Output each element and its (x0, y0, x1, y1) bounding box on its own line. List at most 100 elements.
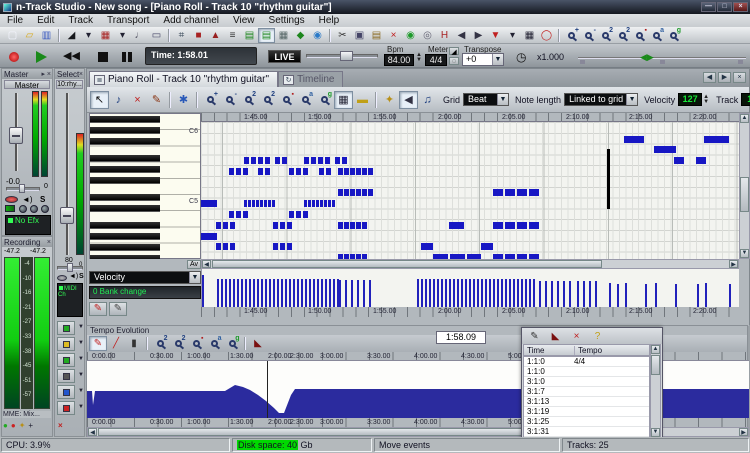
meter-zoom-icon[interactable]: ◌ (449, 57, 459, 65)
midi-note[interactable] (624, 136, 644, 143)
open-file-button[interactable]: ▱ (21, 28, 38, 43)
piano-keyboard[interactable]: C6C5 (89, 113, 201, 259)
velocity-bar[interactable] (421, 279, 423, 307)
velocity-bar[interactable] (257, 279, 259, 307)
master-name-button[interactable]: Master (4, 80, 50, 89)
velocity-bar[interactable] (417, 279, 419, 307)
velocity-bar[interactable] (645, 284, 647, 307)
black-key[interactable] (90, 233, 160, 240)
midi-note[interactable] (449, 222, 464, 229)
transpose-select[interactable]: +0▼ (462, 53, 504, 66)
record-button[interactable] (9, 52, 19, 62)
midi-note[interactable] (696, 157, 706, 164)
midi-note[interactable] (303, 168, 308, 175)
tempo-line-button[interactable]: ╱ (107, 336, 125, 351)
midi-note[interactable] (338, 189, 343, 196)
velocity-bar[interactable] (261, 279, 263, 307)
controller-caret-icon[interactable]: ▼ (189, 272, 200, 283)
velocity-bar[interactable] (529, 279, 531, 307)
velocity-bar[interactable] (557, 281, 559, 307)
minimize-button[interactable]: — (701, 2, 716, 12)
velocity-bar[interactable] (609, 283, 611, 307)
window-layout-button[interactable]: ▦ (275, 28, 292, 43)
chord-notes-button[interactable]: ♫ (418, 91, 437, 109)
tt-help-button[interactable]: ? (589, 329, 606, 343)
zoom-all-button[interactable]: a (648, 28, 665, 43)
velocity-bar[interactable] (569, 281, 571, 307)
midi-note[interactable] (243, 211, 248, 218)
track-tool-env-caret-icon[interactable]: ▼ (78, 340, 84, 346)
midi-note[interactable] (289, 168, 294, 175)
velocity-bar[interactable] (465, 279, 467, 307)
track-value[interactable]: 10 (741, 93, 750, 106)
velocity-bar[interactable] (493, 279, 495, 307)
midi-note[interactable] (251, 157, 256, 164)
midi-note[interactable] (223, 243, 228, 250)
velocity-bar[interactable] (589, 281, 591, 307)
midi-note[interactable] (236, 168, 241, 175)
tune-tool-button[interactable]: ✦ (380, 91, 399, 109)
midi-note[interactable] (338, 168, 343, 175)
paint-note-button[interactable]: ✎ (147, 91, 166, 109)
pr-zoom-h-out-button[interactable]: 2 (258, 91, 277, 109)
tempo-table-row[interactable]: 3:1:0 (524, 377, 649, 387)
midi-note[interactable] (312, 200, 315, 207)
velocity-bar[interactable] (453, 279, 455, 307)
velocity-value[interactable]: 127 (678, 93, 702, 106)
midi-note[interactable] (350, 222, 355, 229)
track-tool-eq-button[interactable] (57, 321, 75, 335)
tempo-table-row[interactable]: 1:1:0 (524, 367, 649, 377)
horizontal-scrollbar[interactable]: ◀ ▶ (201, 259, 739, 269)
stop-button[interactable] (98, 52, 108, 62)
velocity-bar[interactable] (481, 279, 483, 307)
meter-flag-icon[interactable]: ◢ (449, 47, 459, 55)
selected-pan-thumb[interactable] (67, 263, 73, 272)
scroll-down-icon[interactable]: ▼ (740, 249, 749, 258)
pr-next[interactable]: ▶ (718, 72, 731, 83)
velocity-bar[interactable] (253, 279, 255, 307)
selected-close-icon[interactable]: × (79, 71, 84, 78)
grid-select[interactable]: Beat▼ (463, 93, 509, 106)
tempo-scroll-left-icon[interactable]: ◀ (88, 428, 97, 436)
velocity-bar[interactable] (441, 279, 443, 307)
velocity-bar[interactable] (617, 284, 619, 307)
black-key[interactable] (90, 222, 160, 229)
piano-roll-ruler[interactable]: 1:45.001:50.001:55.002:00.002:05.002:10.… (201, 113, 739, 122)
grid-toggle-button[interactable]: ▦ (334, 91, 353, 109)
midi-note[interactable] (529, 222, 539, 229)
skew-left-button[interactable]: ◀ (453, 28, 470, 43)
hscroll-thumb[interactable] (212, 260, 602, 268)
in-enable-button[interactable]: ● (3, 421, 8, 430)
zoom-h-out-button[interactable]: 2 (614, 28, 631, 43)
velocity-bar[interactable] (285, 279, 287, 307)
midi-note[interactable] (320, 200, 323, 207)
master-speaker-icon[interactable]: ◄) (22, 195, 33, 204)
velocity-bar[interactable] (269, 279, 271, 307)
tab-timeline[interactable]: ↻ Timeline (278, 71, 343, 87)
tempo-table-row[interactable]: 3:1:31 (524, 427, 649, 437)
velocity-bar[interactable] (539, 281, 541, 307)
tempo-audition-horn-button[interactable]: ◣ (249, 336, 267, 351)
velocity-bar[interactable] (477, 279, 479, 307)
menu-help[interactable]: Help (312, 15, 347, 26)
midi-note[interactable] (296, 168, 301, 175)
tempo-table-row[interactable]: 3:1:25 (524, 417, 649, 427)
selected-strip-header[interactable]: Selected× (55, 69, 84, 79)
menu-transport[interactable]: Transport (100, 15, 156, 26)
audition-toggle-button[interactable]: ◀ (399, 91, 418, 109)
black-key[interactable] (90, 194, 160, 201)
midi-note[interactable] (244, 157, 249, 164)
tt-scroll-thumb[interactable] (651, 355, 660, 375)
velocity-bar[interactable] (729, 284, 731, 307)
velocity-bar[interactable] (317, 279, 319, 307)
midi-note[interactable] (243, 168, 248, 175)
velocity-bar[interactable] (473, 279, 475, 307)
midi-note[interactable] (517, 189, 527, 196)
midi-note[interactable] (296, 211, 301, 218)
black-key[interactable] (90, 116, 160, 123)
velocity-bar[interactable] (697, 284, 699, 307)
midi-note[interactable] (350, 189, 355, 196)
midi-note[interactable] (229, 211, 234, 218)
black-key[interactable] (90, 138, 160, 145)
black-key[interactable] (90, 155, 160, 162)
